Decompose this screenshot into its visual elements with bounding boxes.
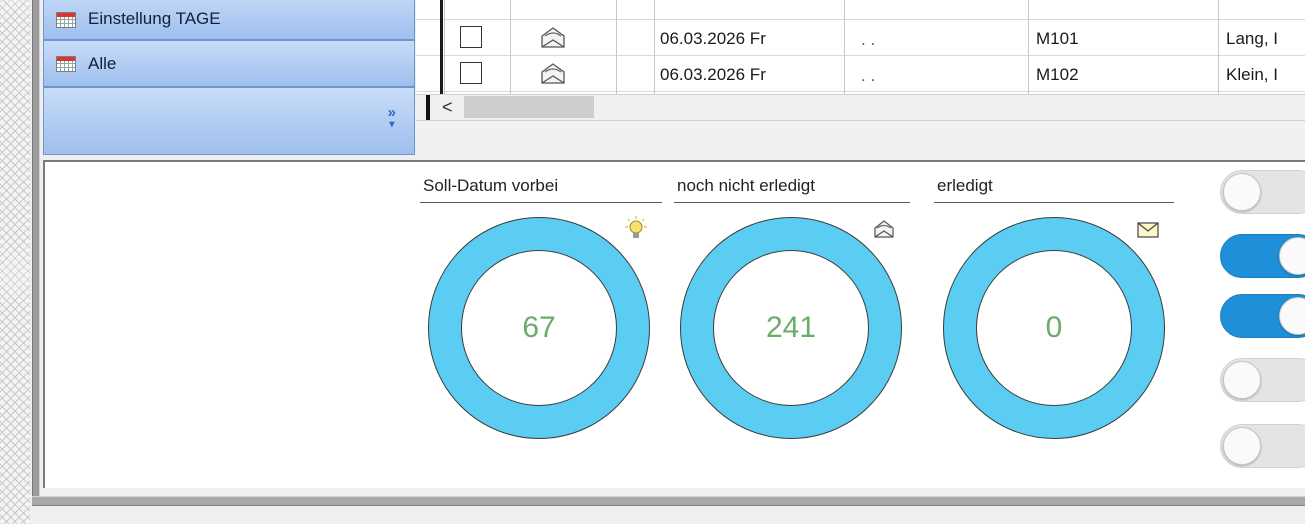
toggle-switch-1[interactable] [1220,170,1305,214]
row-indicator [440,0,443,94]
toggle-knob [1223,361,1261,399]
nav-item-einstellung-tage[interactable]: Einstellung TAGE [43,0,415,40]
kpi-ring-erledigt[interactable]: 0 [943,217,1165,439]
double-chevron-down-icon: » ▾ [387,104,396,130]
background-pattern [0,0,30,524]
nav-item-alle[interactable]: Alle [43,40,415,87]
row-checkbox[interactable] [460,62,482,84]
toggle-switch-4[interactable] [1220,358,1305,402]
toggle-switch-3[interactable] [1220,294,1305,338]
column-divider [1028,0,1029,94]
envelope-open-icon [874,220,894,238]
navigation-panel: Einstellung TAGE Alle » ▾ [43,0,415,155]
table-row[interactable]: 06.03.2026 Fr . . M102 Klein, I [416,56,1305,92]
kpi-value: 67 [461,250,617,406]
column-divider [510,0,511,94]
nav-item-label: Alle [88,53,117,73]
dashboard-panel: Soll-Datum vorbei 67 noch nicht erledigt… [43,160,1305,488]
calendar-icon [56,55,76,72]
column-divider [616,0,617,94]
grid-body: 06.03.2026 Fr . . M101 Lang, I 06.03.202… [416,0,1305,94]
toggle-switch-2[interactable] [1220,234,1305,278]
column-divider [1218,0,1219,94]
calendar-icon [56,12,76,28]
date-cell: 06.03.2026 Fr [660,29,766,48]
column-divider [844,0,845,94]
toggle-knob [1223,173,1261,211]
toggle-switch-5[interactable] [1220,424,1305,468]
table-row[interactable]: 06.03.2026 Fr . . M101 Lang, I [416,20,1305,56]
envelope-open-icon [541,63,565,84]
horizontal-scrollbar[interactable]: < [416,94,1305,121]
nav-item-label: Einstellung TAGE [88,9,221,28]
data-grid: 06.03.2026 Fr . . M101 Lang, I 06.03.202… [416,0,1305,128]
kpi-title-erledigt: erledigt [934,176,1174,203]
window-frame-left [32,0,40,505]
kpi-title-soll-datum: Soll-Datum vorbei [420,176,662,203]
time-cell: . . [861,66,876,85]
date-cell: 06.03.2026 Fr [660,65,766,84]
toggle-knob [1279,297,1305,335]
code-cell: M101 [1036,29,1079,48]
toggle-knob [1223,427,1261,465]
toggle-knob [1279,237,1305,275]
column-divider [654,0,655,94]
time-cell: . . [861,30,876,49]
kpi-value: 0 [976,250,1132,406]
kpi-value: 241 [713,250,869,406]
code-cell: M102 [1036,65,1079,84]
name-cell: Lang, I [1226,29,1278,48]
row-checkbox[interactable] [460,26,482,48]
lightbulb-icon [625,216,647,238]
scrollbar-thumb[interactable] [464,96,594,118]
nav-more-button[interactable]: » ▾ [43,87,415,155]
scroll-left-arrow-icon[interactable]: < [442,97,453,118]
column-divider [444,0,445,94]
envelope-open-icon [541,27,565,48]
name-cell: Klein, I [1226,65,1278,84]
row-marker [426,95,430,120]
envelope-closed-icon [1137,222,1159,238]
table-row-partial[interactable] [416,0,1305,20]
kpi-ring-soll-datum[interactable]: 67 [428,217,650,439]
kpi-ring-noch-nicht-erledigt[interactable]: 241 [680,217,902,439]
kpi-title-noch-nicht-erledigt: noch nicht erledigt [674,176,910,203]
window-frame-bottom [32,496,1305,506]
